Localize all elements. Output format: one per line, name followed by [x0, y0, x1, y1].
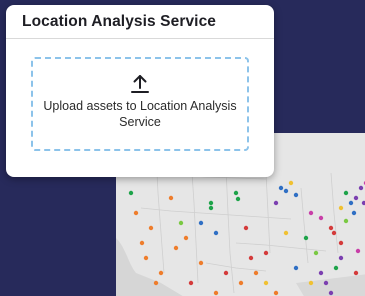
upload-panel: Location Analysis Service Upload assets … — [6, 5, 274, 177]
map-marker — [278, 185, 284, 191]
map-marker — [148, 225, 154, 231]
upload-arrow-icon — [131, 75, 149, 93]
map-marker — [238, 280, 244, 286]
map-marker — [198, 220, 204, 226]
map-marker — [153, 280, 159, 286]
map-marker — [331, 230, 337, 236]
map-marker — [328, 290, 334, 296]
map-marker — [293, 265, 299, 271]
map-marker — [351, 210, 357, 216]
map-marker — [173, 245, 179, 251]
map-marker — [233, 190, 239, 196]
map-marker — [353, 195, 359, 201]
map-marker — [243, 225, 249, 231]
map-marker — [208, 205, 214, 211]
map-marker — [348, 200, 354, 206]
upload-dropzone[interactable]: Upload assets to Location Analysis Servi… — [31, 57, 249, 151]
map-marker — [283, 188, 289, 194]
map-marker — [283, 230, 289, 236]
map-marker — [358, 185, 364, 191]
map-marker — [198, 260, 204, 266]
map-marker — [158, 270, 164, 276]
map-marker — [288, 180, 294, 186]
panel-header: Location Analysis Service — [6, 5, 274, 39]
map-marker — [139, 240, 145, 246]
map-marker — [308, 210, 314, 216]
map-marker — [128, 190, 134, 196]
map-marker — [178, 220, 184, 226]
map-marker — [343, 218, 349, 224]
map-marker — [338, 240, 344, 246]
map-marker — [235, 196, 241, 202]
panel-title: Location Analysis Service — [22, 12, 217, 30]
map-marker — [338, 205, 344, 211]
map-marker — [308, 280, 314, 286]
map-marker — [293, 192, 299, 198]
map-marker — [333, 265, 339, 271]
map-marker — [328, 225, 334, 231]
map-marker — [133, 210, 139, 216]
map-marker — [323, 280, 329, 286]
map-marker — [353, 270, 359, 276]
map-marker — [188, 280, 194, 286]
map-marker — [213, 230, 219, 236]
map-marker — [318, 270, 324, 276]
map-marker — [318, 215, 324, 221]
map-marker — [168, 195, 174, 201]
map-marker — [263, 280, 269, 286]
app-stage: Location Analysis Service Upload assets … — [0, 0, 365, 296]
map-marker — [343, 190, 349, 196]
map-marker — [355, 248, 361, 254]
map-marker — [338, 255, 344, 261]
map-marker — [143, 255, 149, 261]
map-marker — [263, 250, 269, 256]
map-marker — [313, 250, 319, 256]
map-marker — [223, 270, 229, 276]
map-marker — [303, 235, 309, 241]
dropzone-label: Upload assets to Location Analysis Servi… — [43, 99, 237, 129]
map-marker — [273, 200, 279, 206]
map-marker — [183, 235, 189, 241]
map-marker — [208, 200, 214, 206]
map-marker — [253, 270, 259, 276]
map-marker — [248, 255, 254, 261]
map-marker — [213, 290, 219, 296]
map-marker — [273, 290, 279, 296]
